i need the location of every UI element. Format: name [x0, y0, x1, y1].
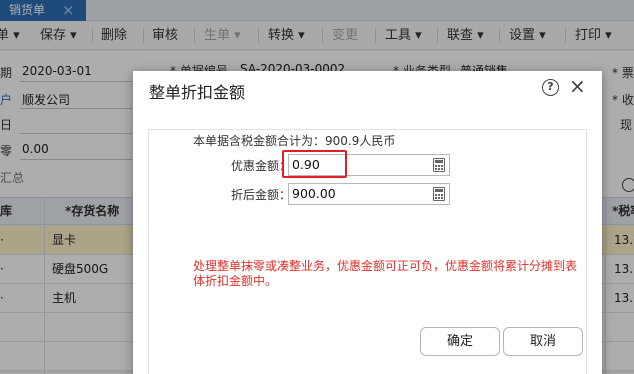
discount-note: 处理整单抹零或凑整业务，优惠金额可正可负，优惠金额将累计分摊到表体折扣金额中。 [193, 259, 578, 288]
after-discount-input[interactable]: 900.00 [288, 183, 450, 205]
after-discount-label: 折后金额： [231, 188, 292, 202]
help-icon[interactable]: ? [542, 79, 559, 96]
ok-button[interactable]: 确定 [420, 327, 500, 356]
highlight-box [282, 150, 347, 178]
close-icon[interactable]: × [569, 74, 586, 98]
cancel-button[interactable]: 取消 [503, 327, 583, 356]
calculator-icon[interactable] [433, 187, 445, 201]
calculator-icon[interactable] [433, 158, 445, 172]
after-discount-value[interactable]: 900.00 [292, 184, 336, 204]
discount-dialog: 整单折扣金额 ? × 本单据含税金额合计为：900.9人民币 优惠金额： 0.9… [133, 71, 602, 374]
total-amount-summary: 本单据含税金额合计为：900.9人民币 [193, 134, 396, 148]
dialog-title: 整单折扣金额 [149, 83, 246, 102]
